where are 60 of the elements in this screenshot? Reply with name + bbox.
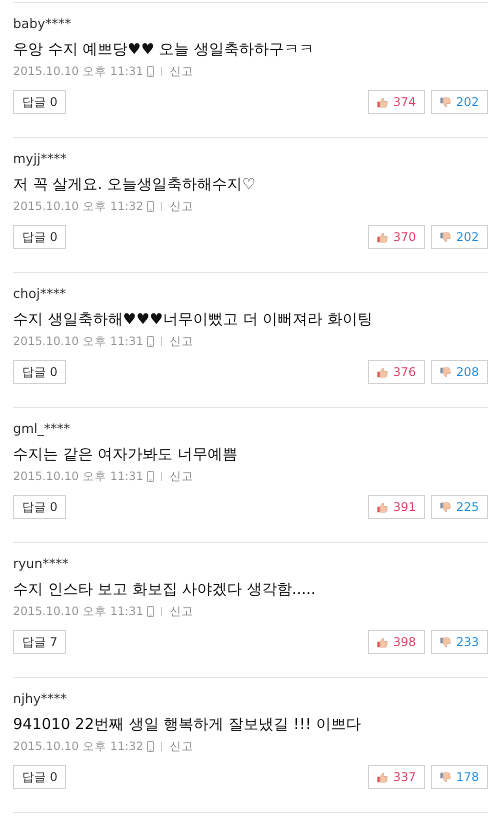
username: myjj**** xyxy=(13,151,68,169)
report-link[interactable]: 신고 xyxy=(169,737,194,755)
reply-button[interactable]: 답글 0 xyxy=(13,360,66,384)
like-button[interactable]: 391 xyxy=(368,495,425,519)
thumbs-up-icon xyxy=(377,770,388,784)
report-link[interactable]: 신고 xyxy=(169,332,194,350)
thumbs-up-icon xyxy=(377,500,388,514)
thumbs-down-icon xyxy=(440,230,452,244)
reply-button[interactable]: 답글 7 xyxy=(13,630,66,654)
dislike-button[interactable]: 178 xyxy=(431,765,488,789)
username: njhy**** xyxy=(13,691,68,709)
thumbs-down-icon xyxy=(440,500,452,514)
username: gml_**** xyxy=(13,421,72,439)
thumbs-up-icon xyxy=(377,366,388,378)
username: baby**** xyxy=(13,16,72,34)
like-button[interactable]: 398 xyxy=(368,630,425,654)
report-link[interactable]: 신고 xyxy=(169,467,194,485)
username: ryun**** xyxy=(13,556,70,574)
reply-button[interactable]: 답글 0 xyxy=(13,225,66,249)
report-link[interactable]: 신고 xyxy=(169,602,194,620)
report-link[interactable]: 신고 xyxy=(169,62,194,80)
comment-text: 941010 22번째 생일 행복하게 잘보냈길 !!! 이쁘다 xyxy=(13,714,362,735)
comment-text: 수지 생일축하해♥♥♥너무이뻤고 더 이뻐져라 화이팅 xyxy=(13,309,374,330)
dislike-button[interactable]: 233 xyxy=(431,630,488,654)
dislike-button[interactable]: 225 xyxy=(431,495,488,519)
thumbs-down-icon xyxy=(440,96,452,108)
dislike-button[interactable]: 208 xyxy=(431,360,488,384)
timestamp: 2015.10.10 오후 11:31 xyxy=(13,468,144,485)
dislike-button[interactable]: 202 xyxy=(431,90,488,114)
thumbs-up-icon xyxy=(377,96,388,108)
comment-text: 우앙 수지 예쁘당♥♥ 오늘 생일축하하구ㅋㅋ xyxy=(13,39,315,60)
phone-icon xyxy=(147,606,154,616)
timestamp: 2015.10.10 오후 11:31 xyxy=(13,63,144,80)
comment-text: 수지 인스타 보고 화보집 사야겠다 생각함..... xyxy=(13,579,317,600)
thumbs-up-icon xyxy=(377,636,388,648)
timestamp: 2015.10.10 오후 11:32 xyxy=(13,198,144,215)
like-button[interactable]: 376 xyxy=(368,360,425,384)
reply-button[interactable]: 답글 0 xyxy=(13,765,66,789)
phone-icon xyxy=(147,200,154,212)
reply-button[interactable]: 답글 0 xyxy=(13,495,66,519)
comment-text: 저 꼭 살게요. 오늘생일축하해수지♡ xyxy=(13,174,257,195)
thumbs-down-icon xyxy=(440,770,452,784)
phone-icon xyxy=(147,336,154,346)
comment-text: 수지는 같은 여자가봐도 너무예쁨 xyxy=(13,444,238,465)
phone-icon xyxy=(147,66,154,76)
timestamp: 2015.10.10 오후 11:32 xyxy=(13,738,144,755)
like-button[interactable]: 374 xyxy=(368,90,425,114)
like-button[interactable]: 370 xyxy=(368,225,425,249)
phone-icon xyxy=(147,470,154,482)
like-button[interactable]: 337 xyxy=(368,765,425,789)
timestamp: 2015.10.10 오후 11:31 xyxy=(13,333,144,350)
report-link[interactable]: 신고 xyxy=(169,197,194,215)
dislike-button[interactable]: 202 xyxy=(431,225,488,249)
thumbs-down-icon xyxy=(440,636,452,648)
thumbs-down-icon xyxy=(440,366,452,378)
username: choj**** xyxy=(13,286,67,304)
phone-icon xyxy=(147,740,154,752)
reply-button[interactable]: 답글 0 xyxy=(13,90,66,114)
thumbs-up-icon xyxy=(377,230,388,244)
timestamp: 2015.10.10 오후 11:31 xyxy=(13,603,144,620)
